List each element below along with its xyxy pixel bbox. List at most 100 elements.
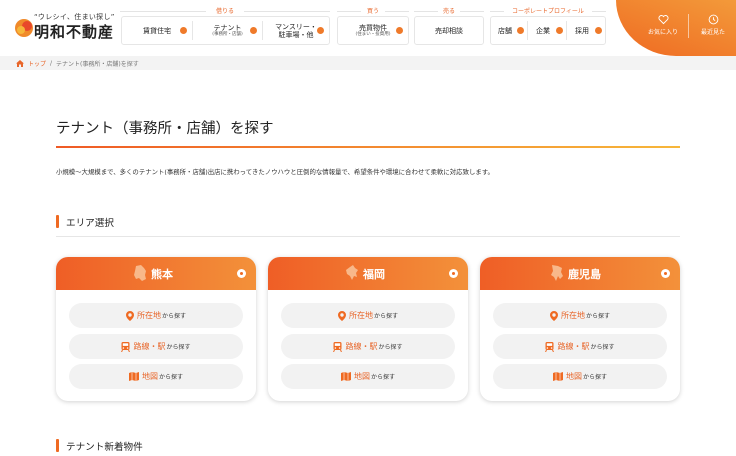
nav-category-line: [460, 11, 484, 12]
favorites-label: お気に入り: [647, 29, 678, 36]
expand-circle-icon[interactable]: [449, 269, 458, 278]
search-by-map-button[interactable]: 地図 から探す: [493, 364, 667, 389]
map-icon: [552, 372, 563, 381]
nav-item-tenant[interactable]: テナント (事務所・店舗): [193, 17, 262, 44]
nav-item-label: 売買物件: [359, 23, 387, 32]
button-keyword: 路線・駅: [133, 342, 166, 351]
train-icon: [545, 341, 555, 352]
nav-item-label: 賃貸住宅: [143, 26, 171, 35]
train-icon: [121, 341, 131, 352]
button-suffix: から探す: [370, 374, 395, 381]
nav-item-saiyo[interactable]: 採用: [567, 17, 605, 44]
button-keyword: 所在地: [348, 311, 373, 320]
nav-item-baibai[interactable]: 売買物件 (住まい・投資用): [338, 17, 408, 44]
nav-category-line: [385, 11, 409, 12]
area-card-header[interactable]: 福岡: [268, 257, 468, 290]
nav-category-line: [592, 11, 606, 12]
nav-item-tenpo[interactable]: 店舗: [491, 17, 527, 44]
location-pin-icon: [549, 310, 558, 321]
nav-item-sublabel: (事務所・店舗): [212, 31, 243, 37]
search-by-location-button[interactable]: 所在地 から探す: [281, 303, 455, 328]
nav-item-label: マンスリー・: [275, 22, 317, 31]
train-icon: [333, 341, 343, 352]
expand-circle-icon[interactable]: [237, 269, 246, 278]
search-by-location-button[interactable]: 所在地 から探す: [493, 303, 667, 328]
button-keyword: 路線・駅: [345, 342, 378, 351]
nav-item-kigyo[interactable]: 企業: [528, 17, 566, 44]
button-keyword: 路線・駅: [557, 342, 590, 351]
arrow-circle-icon: [556, 27, 563, 34]
area-card-fukuoka: 福岡 所在地 から探す 路線・駅 から探す 地図 から探す: [268, 257, 468, 401]
search-by-line-button[interactable]: 路線・駅 から探す: [281, 334, 455, 359]
kagoshima-map-icon: [551, 265, 563, 281]
home-icon: [16, 60, 24, 67]
nav-group-corporate: 店舗 企業 採用: [490, 16, 606, 45]
page-intro: 小規模〜大規模まで、多くのテナント(事務所・店舗)出店に携わってきたノウハウと圧…: [56, 168, 494, 176]
arrow-circle-icon: [250, 27, 257, 34]
title-underline: [56, 146, 680, 148]
search-by-map-button[interactable]: 地図 から探す: [281, 364, 455, 389]
nav-category-corporate: コーポレートプロフィール: [512, 8, 584, 15]
location-pin-icon: [337, 310, 346, 321]
area-name: 鹿児島: [568, 268, 601, 281]
map-icon: [128, 372, 139, 381]
page-title: テナント（事務所・店舗）を探す: [56, 121, 274, 137]
button-suffix: から探す: [166, 344, 191, 351]
heading-accent-bar: [56, 215, 59, 228]
nav-category-line: [120, 11, 206, 12]
area-card-header[interactable]: 熊本: [56, 257, 256, 290]
button-keyword: 所在地: [560, 311, 585, 320]
button-keyword: 地図: [141, 372, 158, 381]
button-keyword: 地図: [353, 372, 370, 381]
button-suffix: から探す: [161, 313, 186, 320]
heading-accent-bar: [56, 439, 59, 452]
nav-item-label-2: 駐車場・他: [278, 30, 314, 39]
favorites-button[interactable]: お気に入り: [639, 14, 687, 40]
new-listings-heading: テナント新着物件: [56, 439, 143, 453]
nav-item-sublabel: (住まい・投資用): [355, 31, 391, 37]
map-icon: [340, 372, 351, 381]
button-suffix: から探す: [373, 313, 398, 320]
nav-category-line: [244, 11, 330, 12]
area-name: 熊本: [151, 268, 173, 281]
breadcrumb-separator: /: [50, 60, 53, 67]
arrow-circle-icon: [180, 27, 187, 34]
heart-icon: [657, 15, 669, 25]
nav-group-sell: 売却相談: [414, 16, 484, 45]
search-by-map-button[interactable]: 地図 から探す: [69, 364, 243, 389]
button-suffix: から探す: [582, 374, 607, 381]
nav-item-baikyaku[interactable]: 売却相談: [415, 17, 483, 44]
expand-circle-icon[interactable]: [661, 269, 670, 278]
breadcrumb-current: テナント(事務所・店舗)を探す: [56, 61, 139, 68]
nav-item-monthly[interactable]: マンスリー・ 駐車場・他: [263, 17, 329, 44]
new-listings-heading-text: テナント新着物件: [66, 441, 143, 453]
button-suffix: から探す: [585, 313, 610, 320]
section-divider: [56, 236, 680, 237]
nav-item-chintai[interactable]: 賃貸住宅: [122, 17, 192, 44]
nav-category-line: [414, 11, 438, 12]
nav-group-buy: 売買物件 (住まい・投資用): [337, 16, 409, 45]
area-card-header[interactable]: 鹿児島: [480, 257, 680, 290]
area-name: 福岡: [363, 268, 385, 281]
nav-item-label: 採用: [575, 26, 589, 35]
breadcrumb-home-link[interactable]: トップ: [28, 59, 46, 68]
logo-name: 明和不動産: [34, 23, 115, 41]
area-card-kumamoto: 熊本 所在地 から探す 路線・駅 から探す 地図 から探す: [56, 257, 256, 401]
search-by-line-button[interactable]: 路線・駅 から探す: [69, 334, 243, 359]
area-section-heading-text: エリア選択: [66, 217, 114, 229]
button-suffix: から探す: [158, 374, 183, 381]
button-keyword: 地図: [565, 372, 582, 381]
area-section-heading: エリア選択: [56, 215, 114, 229]
search-by-location-button[interactable]: 所在地 から探す: [69, 303, 243, 328]
search-by-line-button[interactable]: 路線・駅 から探す: [493, 334, 667, 359]
arrow-circle-icon: [595, 27, 602, 34]
button-suffix: から探す: [378, 344, 403, 351]
logo-mark-icon: [15, 19, 33, 37]
nav-item-label: 企業: [536, 26, 550, 35]
fukuoka-map-icon: [346, 265, 358, 280]
nav-item-label: 店舗: [498, 26, 512, 35]
recently-viewed-button[interactable]: 最近見た: [689, 14, 736, 40]
recently-viewed-label: 最近見た: [700, 29, 725, 36]
arrow-circle-icon: [317, 27, 324, 34]
site-logo[interactable]: “ウレシイ、住まい探し” 明和不動産: [14, 10, 115, 41]
